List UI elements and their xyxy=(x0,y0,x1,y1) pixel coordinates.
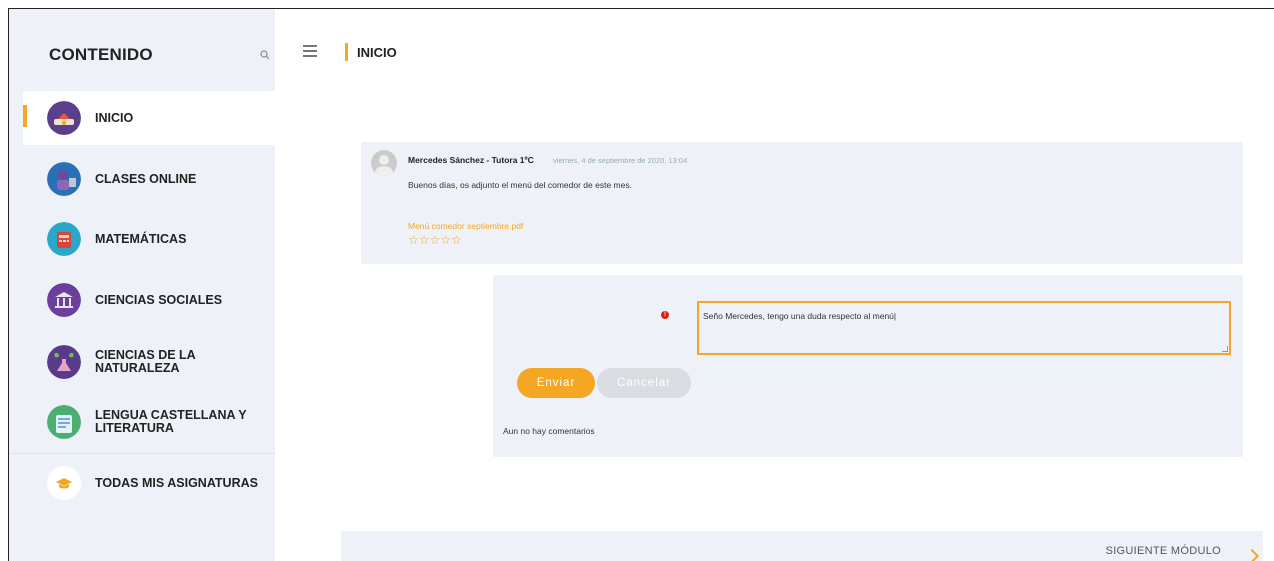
language-icon xyxy=(47,405,81,439)
comment-textarea[interactable]: Seño Mercedes, tengo una duda respecto a… xyxy=(697,301,1231,355)
sidebar-item-label: TODAS MIS ASIGNATURAS xyxy=(95,475,258,490)
sidebar-item-label: LENGUA CASTELLANA Y LITERATURA xyxy=(95,408,247,435)
chevron-right-icon xyxy=(1244,548,1260,561)
sidebar-item-lengua[interactable]: LENGUA CASTELLANA Y LITERATURA xyxy=(23,395,275,449)
natural-sciences-icon xyxy=(47,345,81,379)
sidebar-item-matematicas[interactable]: MATEMÁTICAS xyxy=(23,212,275,266)
comment-text: Seño Mercedes, tengo una duda respecto a… xyxy=(703,311,897,321)
social-sciences-icon xyxy=(47,283,81,317)
no-comments-text: Aun no hay comentarios xyxy=(503,426,595,436)
sidebar-divider xyxy=(9,453,275,454)
sidebar-item-inicio[interactable]: INICIO xyxy=(23,91,275,145)
breadcrumb-accent xyxy=(345,43,348,61)
sidebar: CONTENIDO INICIO CLASES ONLINE MATEMÁTIC… xyxy=(9,9,275,561)
sidebar-item-label: MATEMÁTICAS xyxy=(95,231,187,246)
graduation-cap-icon xyxy=(47,466,81,500)
avatar xyxy=(371,150,397,176)
sidebar-item-label: INICIO xyxy=(95,110,134,125)
resize-handle-icon[interactable] xyxy=(1222,346,1228,352)
sidebar-item-ciencias-sociales[interactable]: CIENCIAS SOCIALES xyxy=(23,273,275,327)
attachment-link[interactable]: Menú comedor septiembre.pdf xyxy=(408,221,523,231)
sidebar-item-todas-asignaturas[interactable]: TODAS MIS ASIGNATURAS xyxy=(23,456,275,510)
sidebar-item-ciencias-naturaleza[interactable]: CIENCIAS DE LA NATURALEZA xyxy=(23,335,275,389)
sidebar-item-label: CIENCIAS DE LA NATURALEZA xyxy=(95,348,196,375)
sidebar-item-label: CIENCIAS SOCIALES xyxy=(95,292,223,307)
reply-panel: ! Seño Mercedes, tengo una duda respecto… xyxy=(493,275,1243,457)
post-author: Mercedes Sánchez - Tutora 1ºC xyxy=(408,155,534,165)
app-window: CONTENIDO INICIO CLASES ONLINE MATEMÁTIC… xyxy=(8,8,1274,561)
search-icon[interactable] xyxy=(259,49,271,61)
sidebar-item-clases-online[interactable]: CLASES ONLINE xyxy=(23,152,275,206)
forum-post: Mercedes Sánchez - Tutora 1ºC viernes, 4… xyxy=(361,142,1243,264)
next-module-label: SIGUIENTE MÓDULO xyxy=(1105,545,1221,557)
math-icon xyxy=(47,222,81,256)
error-icon: ! xyxy=(661,311,669,319)
home-icon xyxy=(47,101,81,135)
post-date: viernes, 4 de septiembre de 2020, 13:04 xyxy=(553,156,688,165)
online-class-icon xyxy=(47,162,81,196)
rating-stars[interactable]: ☆☆☆☆☆ xyxy=(408,233,462,247)
hamburger-icon[interactable] xyxy=(303,45,317,57)
sidebar-title: CONTENIDO xyxy=(49,45,153,64)
next-module-bar[interactable]: SIGUIENTE MÓDULO xyxy=(341,531,1263,561)
breadcrumb: INICIO xyxy=(357,45,397,60)
sidebar-item-label: CLASES ONLINE xyxy=(95,171,197,186)
post-text: Buenos días, os adjunto el menú del come… xyxy=(408,180,632,190)
top-bar: INICIO xyxy=(275,9,1274,91)
cancel-button[interactable]: Cancelar xyxy=(597,368,691,398)
send-button[interactable]: Enviar xyxy=(517,368,595,398)
